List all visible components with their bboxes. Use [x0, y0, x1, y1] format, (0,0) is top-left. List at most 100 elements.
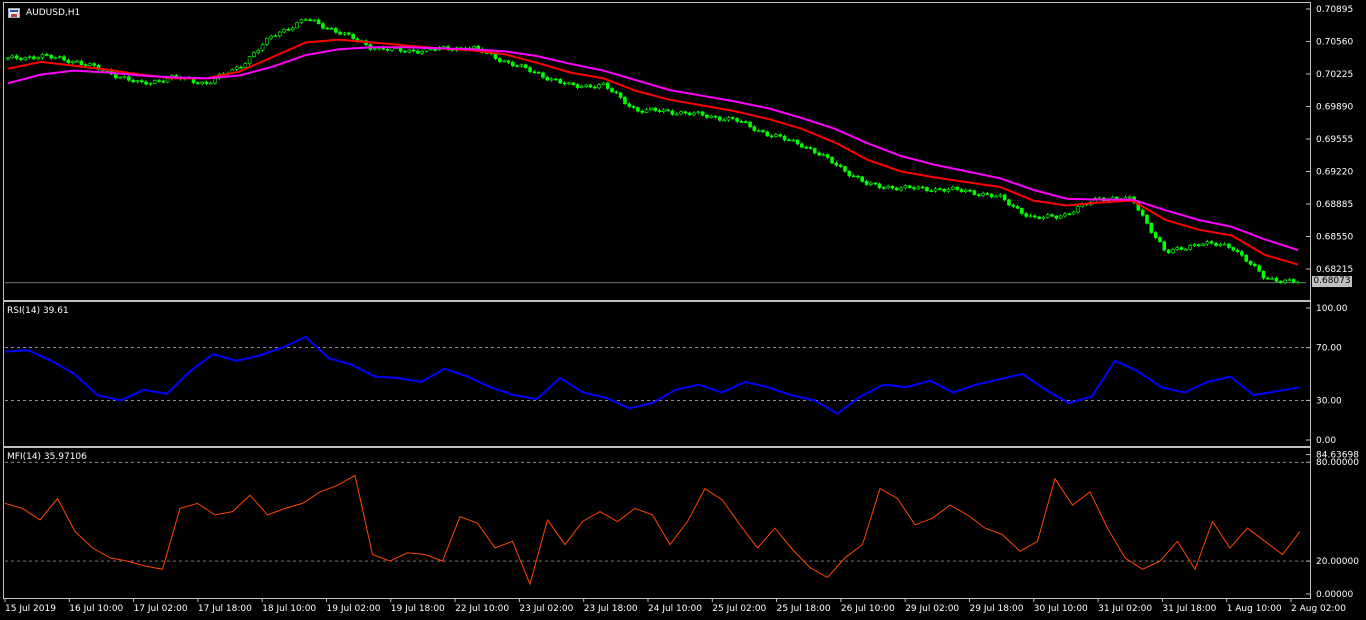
candle-body [286, 29, 291, 31]
candle-body [795, 139, 800, 145]
candle-body [567, 82, 571, 85]
candle-body [75, 60, 79, 63]
candle-body [515, 65, 519, 68]
price-axis-label: 0.69220 [1316, 168, 1353, 178]
time-axis-label: 2 Aug 02:00 [1291, 604, 1346, 614]
candle-body [1162, 241, 1167, 251]
candle-body [342, 32, 347, 35]
candle-body [269, 35, 273, 39]
candle-body [1015, 206, 1020, 209]
candle-body [83, 64, 88, 66]
candle-body [549, 78, 554, 81]
time-axis-label: 16 Jul 10:00 [69, 604, 123, 614]
time-axis-label: 23 Jul 18:00 [584, 604, 638, 614]
candle-body [946, 188, 951, 192]
candle-body [23, 57, 28, 61]
time-axis-label: 29 Jul 02:00 [905, 604, 959, 614]
candle-body [877, 183, 882, 188]
candle-body [830, 157, 834, 164]
mfi-axis-label: 20.00000 [1316, 557, 1359, 567]
candle-body [325, 27, 330, 30]
candle-body [1188, 245, 1192, 250]
mfi-axis-label: 0.00000 [1316, 590, 1353, 600]
time-axis-label: 17 Jul 02:00 [134, 604, 188, 614]
candle-body [1054, 215, 1059, 219]
candle-body [303, 19, 308, 21]
candle-body [1240, 251, 1244, 256]
candle-body [653, 107, 657, 111]
rsi-line [4, 335, 1301, 415]
candle-body [743, 121, 748, 123]
candle-body [1261, 270, 1266, 279]
candle-body [139, 80, 144, 83]
candle-body [627, 103, 632, 107]
candle-body [1209, 241, 1214, 244]
candle-body [165, 78, 170, 83]
candle-body [825, 154, 830, 158]
time-axis-label: 25 Jul 18:00 [777, 604, 831, 614]
candle-body [981, 193, 985, 196]
candle-body [308, 19, 312, 21]
time-axis-label: 17 Jul 18:00 [198, 604, 252, 614]
candle-body [1028, 215, 1033, 218]
candle-body [1007, 199, 1011, 206]
candle-body [196, 82, 200, 84]
candle-body [114, 73, 118, 79]
candle-body [726, 117, 731, 121]
rsi-axis-label: 100.00 [1316, 304, 1348, 314]
candle-body [907, 185, 912, 188]
candle-body [260, 44, 265, 51]
candle-body [588, 84, 593, 88]
candle-body [256, 50, 261, 53]
candle-body [670, 110, 675, 115]
candle-body [148, 82, 153, 85]
candle-body [1153, 232, 1158, 238]
candle-body [1244, 254, 1249, 262]
candle-body [252, 52, 256, 58]
candle-body [1222, 243, 1227, 246]
candle-body [575, 84, 580, 88]
candle-body [886, 186, 890, 189]
candle-body [860, 176, 865, 182]
price-axis-label: 0.69555 [1316, 135, 1353, 145]
candle-body [157, 80, 161, 82]
candle-body [10, 55, 15, 59]
candle-body [687, 112, 692, 116]
candle-body [985, 193, 990, 195]
candle-body [713, 115, 718, 118]
candle-body [1063, 213, 1067, 217]
candle-body [752, 126, 757, 131]
candle-body [118, 76, 122, 79]
candle-body [1248, 261, 1253, 265]
time-axis-label: 30 Jul 10:00 [1034, 604, 1088, 614]
time-axis-label: 29 Jul 18:00 [970, 604, 1024, 614]
candle-body [40, 54, 45, 59]
candle-body [62, 56, 66, 61]
candle-body [316, 19, 321, 24]
candle-body [1196, 244, 1201, 246]
candle-body [791, 139, 796, 142]
candle-body [778, 134, 783, 137]
candle-body [1283, 279, 1287, 283]
candle-body [1011, 204, 1016, 207]
candle-body [385, 48, 390, 51]
chart-svg: 0.70895 0.70560 0.70225 0.69890 0.69555 0.692… [4, 5, 1359, 614]
candle-body [208, 82, 213, 85]
time-axis-label: 1 Aug 10:00 [1227, 604, 1282, 614]
candle-body [334, 28, 338, 33]
candle-body [200, 81, 204, 84]
candle-body [472, 45, 476, 49]
candle-body [731, 117, 735, 119]
candle-body [1166, 249, 1171, 254]
candle-body [1205, 241, 1210, 245]
candle-body [1171, 248, 1175, 254]
candle-body [407, 49, 412, 53]
candle-body [920, 186, 925, 189]
candle-body [265, 37, 269, 45]
candle-body [1214, 242, 1218, 246]
candle-body [989, 193, 994, 198]
candle-body [1175, 247, 1179, 250]
candle-body [700, 111, 705, 116]
candle-body [592, 86, 597, 89]
candle-body [847, 170, 852, 177]
